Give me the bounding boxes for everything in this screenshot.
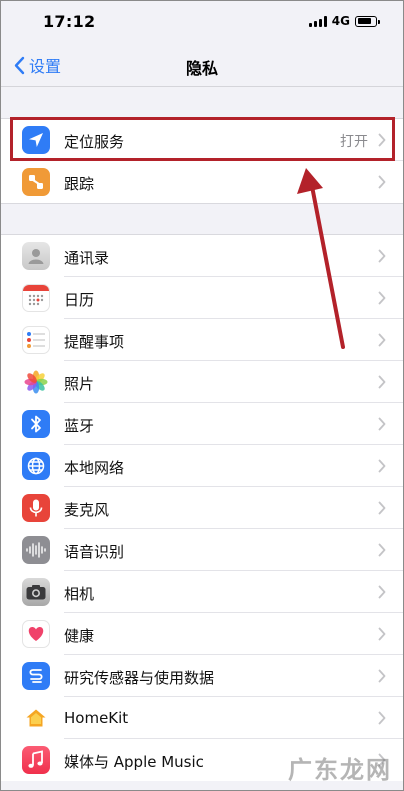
watermark: 广东龙网 xyxy=(288,756,392,784)
annotation-arrow-icon xyxy=(297,168,345,349)
